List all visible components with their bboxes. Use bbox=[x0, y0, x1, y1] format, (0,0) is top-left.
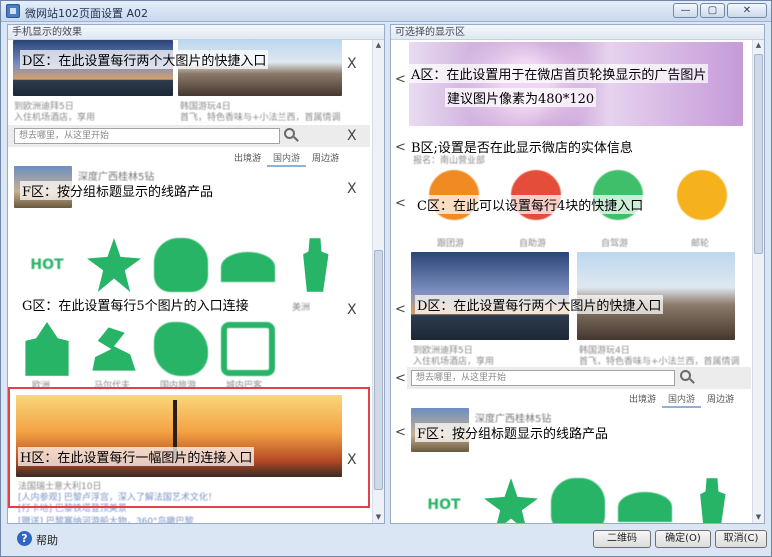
maximize-icon: ▢ bbox=[707, 5, 718, 16]
search-remove-button[interactable]: X bbox=[347, 128, 357, 144]
available-zones-body: < A区：在此设置用于在微店首页轮换显示的广告图片 建议图片像素为480*120… bbox=[391, 40, 764, 523]
cancel-button[interactable]: 取消(C) bbox=[715, 530, 767, 548]
right-d-zone-annotation: D区：在此设置每行两个大图片的快捷入口 bbox=[415, 295, 664, 314]
bus-icon[interactable] bbox=[221, 322, 275, 376]
c-zone-add-arrow[interactable]: < bbox=[395, 196, 406, 211]
tab-nearby[interactable]: 周边游 bbox=[306, 150, 345, 167]
close-icon: ✕ bbox=[742, 5, 752, 16]
a-zone-annotation-2: 建议图片像素为480*120 bbox=[445, 88, 597, 107]
g-zone-remove-button[interactable]: X bbox=[347, 302, 357, 318]
app-icon bbox=[6, 4, 20, 18]
minimize-icon: — bbox=[680, 5, 691, 16]
left-tour-tabs: 出境游 国内游 周边游 bbox=[228, 150, 345, 167]
footer-line: [赠送] 巴黎塞纳河游船大物，360°鸟瞰巴黎 bbox=[18, 517, 194, 523]
right-hot-icon[interactable]: HOT bbox=[417, 478, 471, 523]
settings-window: 微网站102页面设置 A02 — ▢ ✕ 手机显示的效果 D区：在此设置每行两个… bbox=[0, 0, 772, 557]
right-d-caption-right-sub: 首飞，特色香味与+小法兰西，首属情调 bbox=[579, 357, 740, 367]
search-input[interactable]: 想去哪里，从这里开始 bbox=[14, 128, 280, 144]
c-label-cruise: 邮轮 bbox=[691, 239, 710, 249]
hot-icon[interactable]: HOT bbox=[20, 238, 74, 292]
tab-domestic[interactable]: 国内游 bbox=[267, 150, 307, 167]
available-zones-panel: 可选择的显示区 < A区：在此设置用于在微店首页轮换显示的广告图片 建议图片像素… bbox=[390, 24, 765, 524]
hongkong-flower-icon[interactable] bbox=[87, 238, 141, 292]
china-map-icon[interactable] bbox=[154, 322, 208, 376]
right-fan-icon[interactable] bbox=[618, 492, 672, 522]
minimize-button[interactable]: — bbox=[673, 3, 698, 18]
b-store-line: 报名：南山营业部 bbox=[413, 156, 486, 166]
window-title: 微网站102页面设置 A02 bbox=[25, 7, 149, 20]
c-label-self: 自助游 bbox=[519, 239, 547, 249]
right-scroll-thumb[interactable] bbox=[754, 54, 763, 254]
scroll-up-arrow-icon[interactable]: ▲ bbox=[373, 40, 384, 51]
d-zone-remove-button[interactable]: X bbox=[347, 56, 357, 72]
help-label[interactable]: 帮助 bbox=[36, 532, 58, 548]
bottom-bar: ? 帮助 二维码 确定(O) 取消(C) bbox=[1, 528, 771, 556]
c-label-group: 跟团游 bbox=[437, 239, 465, 249]
right-g-zone-icon-row: HOT bbox=[417, 478, 752, 523]
scroll-down-arrow-icon[interactable]: ▼ bbox=[373, 512, 384, 523]
g-zone-icon-row-2 bbox=[20, 322, 288, 376]
qrcode-button[interactable]: 二维码 bbox=[593, 530, 651, 548]
statue-of-liberty-icon[interactable] bbox=[303, 238, 329, 292]
right-tour-tabs: 出境游 国内游 周边游 bbox=[623, 391, 740, 408]
f-zone-add-arrow[interactable]: < bbox=[395, 425, 406, 440]
available-zones-title: 可选择的显示区 bbox=[391, 25, 764, 40]
g-label-americas: 美洲 bbox=[292, 303, 311, 313]
title-bar: 微网站102页面设置 A02 — ▢ ✕ bbox=[1, 1, 771, 22]
right-tab-nearby[interactable]: 周边游 bbox=[701, 391, 740, 408]
right-search-icon[interactable] bbox=[680, 370, 691, 381]
c-zone-annotation: C区：在此可以设置每行4块的快捷入口 bbox=[415, 195, 646, 214]
window-controls: — ▢ ✕ bbox=[673, 3, 767, 18]
phone-preview-title: 手机显示的效果 bbox=[8, 25, 384, 40]
right-tab-outbound[interactable]: 出境游 bbox=[623, 391, 662, 408]
f-zone-annotation: F区：按分组标题显示的线路产品 bbox=[20, 181, 216, 200]
c-label-drive: 自驾游 bbox=[601, 239, 629, 249]
fan-icon[interactable] bbox=[221, 252, 275, 282]
right-search-input[interactable]: 想去哪里，从这里开始 bbox=[411, 370, 675, 386]
d-zone-annotation: D区：在此设置每行两个大图片的快捷入口 bbox=[20, 50, 269, 69]
d-caption-right-sub: 首飞，特色香味与+小法兰西，首属情调 bbox=[180, 113, 341, 123]
d-caption-left-sub: 入住机场酒店，享用 bbox=[14, 113, 96, 123]
right-tab-domestic[interactable]: 国内游 bbox=[662, 391, 702, 408]
right-hongkong-flower-icon[interactable] bbox=[484, 478, 538, 523]
g-zone-icon-row-1: HOT bbox=[20, 238, 355, 292]
capitol-dome-icon[interactable] bbox=[25, 322, 69, 376]
e-zone-add-arrow[interactable]: < bbox=[395, 371, 406, 386]
cruise-icon[interactable] bbox=[677, 170, 727, 220]
right-scroll-up-arrow-icon[interactable]: ▲ bbox=[753, 40, 764, 51]
right-scrollbar[interactable]: ▲ ▼ bbox=[752, 40, 764, 523]
right-elephant-icon[interactable] bbox=[551, 478, 605, 523]
a-zone-annotation-1: A区：在此设置用于在微店首页轮换显示的广告图片 bbox=[409, 64, 709, 83]
elephant-icon[interactable] bbox=[154, 238, 208, 292]
g-zone-annotation: G区：在此设置每行5个图片的入口连接 bbox=[20, 295, 251, 314]
palm-island-icon[interactable] bbox=[92, 327, 136, 371]
a-zone-banner bbox=[409, 42, 743, 126]
right-statue-of-liberty-icon[interactable] bbox=[700, 478, 726, 523]
right-scroll-down-arrow-icon[interactable]: ▼ bbox=[753, 512, 764, 523]
left-scroll-thumb[interactable] bbox=[374, 250, 383, 490]
maximize-button[interactable]: ▢ bbox=[700, 3, 725, 18]
search-icon[interactable] bbox=[284, 128, 295, 139]
left-scrollbar[interactable]: ▲ ▼ bbox=[372, 40, 384, 523]
a-zone-add-arrow[interactable]: < bbox=[395, 72, 406, 87]
b-zone-add-arrow[interactable]: < bbox=[395, 140, 406, 155]
f-zone-remove-button[interactable]: X bbox=[347, 181, 357, 197]
right-f-zone-annotation: F区：按分组标题显示的线路产品 bbox=[415, 423, 611, 442]
d-zone-add-arrow[interactable]: < bbox=[395, 302, 406, 317]
ok-button[interactable]: 确定(O) bbox=[655, 530, 711, 548]
h-zone-highlight bbox=[8, 387, 370, 508]
close-button[interactable]: ✕ bbox=[727, 3, 767, 18]
help-icon[interactable]: ? bbox=[17, 531, 32, 546]
right-d-caption-left-sub: 入住机场酒店，享用 bbox=[413, 357, 495, 367]
tab-outbound[interactable]: 出境游 bbox=[228, 150, 267, 167]
